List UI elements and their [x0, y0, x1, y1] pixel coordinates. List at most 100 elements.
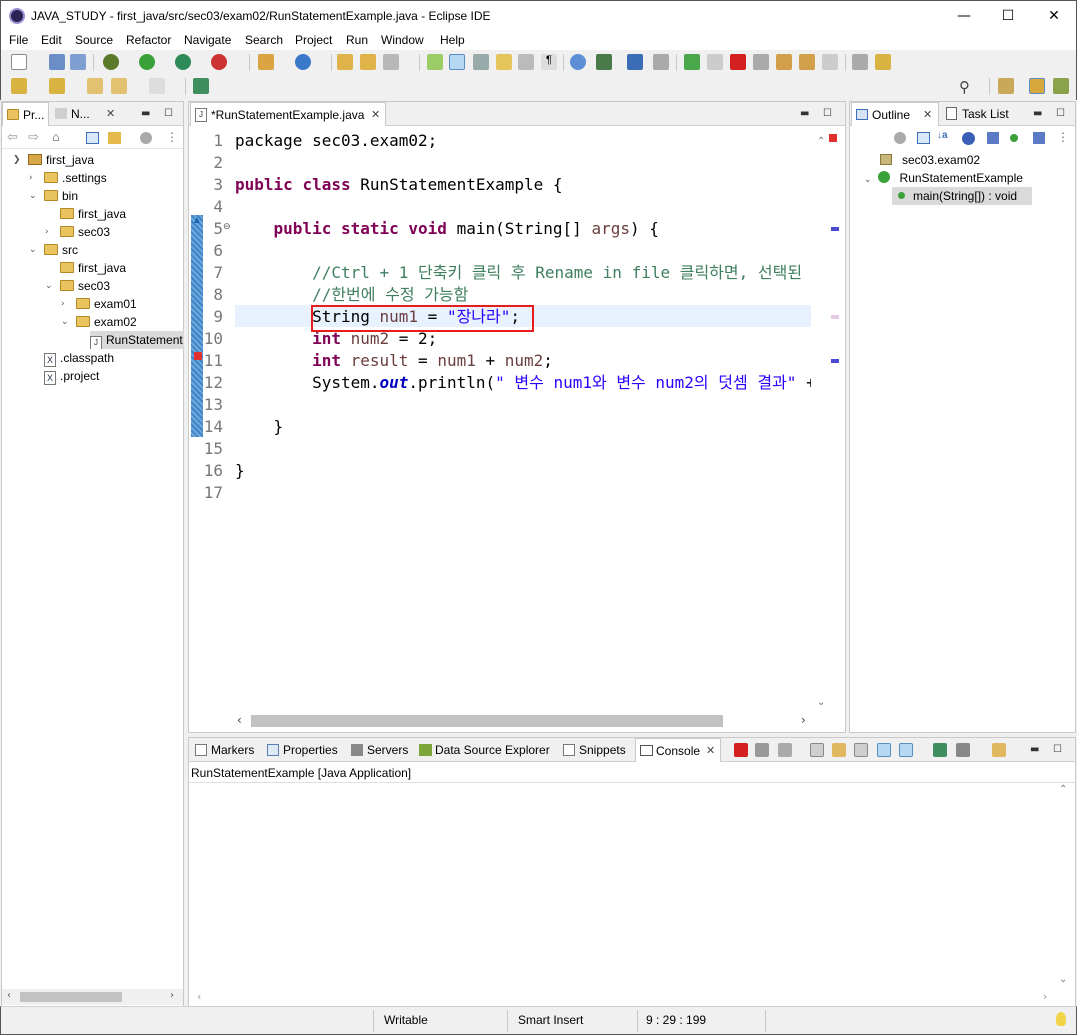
terminate-icon[interactable]	[734, 743, 748, 757]
tree-item-bin-first-java[interactable]: first_java	[60, 205, 126, 223]
menu-window[interactable]: Window	[381, 33, 424, 47]
search-tool-icon[interactable]	[383, 54, 399, 70]
forward-icon[interactable]: ⇨	[28, 130, 39, 145]
menu-file[interactable]: File	[9, 33, 28, 47]
chevron-right-icon[interactable]: ›	[45, 223, 49, 241]
display-console-icon[interactable]	[956, 743, 970, 757]
remove-all-icon[interactable]	[778, 743, 792, 757]
maximize-icon[interactable]: ☐	[823, 108, 832, 119]
outline-item-method[interactable]: main(String[]) : void	[892, 187, 1032, 205]
chevron-down-icon[interactable]: ⌄	[45, 277, 53, 295]
next-annotation-icon[interactable]	[427, 54, 443, 70]
use-step-filters-icon[interactable]	[852, 54, 868, 70]
coverage-icon[interactable]	[175, 54, 191, 70]
open-perspective-icon[interactable]	[998, 78, 1014, 94]
scroll-up-icon[interactable]: ⌃	[817, 136, 825, 147]
scroll-down-icon[interactable]: ⌄	[1059, 974, 1067, 985]
pilcrow-icon[interactable]: ¶	[541, 54, 557, 70]
scroll-left-icon[interactable]: ‹	[197, 990, 201, 1003]
close-icon[interactable]: ✕	[371, 103, 380, 127]
maximize-icon[interactable]: ☐	[1056, 108, 1065, 119]
tab-properties[interactable]: Properties	[263, 738, 343, 762]
minimize-icon[interactable]: ▬	[141, 108, 150, 119]
tree-item-classpath[interactable]: X .classpath	[44, 349, 114, 367]
filter-icon[interactable]	[140, 132, 152, 144]
resume-icon[interactable]	[684, 54, 700, 70]
forward-icon[interactable]	[149, 78, 165, 94]
menu-help[interactable]: Help	[440, 33, 465, 47]
open-console-icon[interactable]	[992, 743, 1006, 757]
minimize-icon[interactable]: ▬	[1033, 108, 1042, 119]
clear-console-icon[interactable]	[810, 743, 824, 757]
hide-static-icon[interactable]	[987, 132, 999, 144]
hide-fields-icon[interactable]	[962, 132, 975, 145]
view-menu-icon[interactable]: ⋮	[166, 130, 178, 144]
last-edit-location-icon[interactable]	[87, 78, 103, 94]
run-last-icon[interactable]	[596, 54, 612, 70]
hide-nonpublic-icon[interactable]	[1010, 134, 1018, 142]
chevron-down-icon[interactable]: ⌄	[29, 241, 37, 259]
block-selection-icon[interactable]	[518, 54, 534, 70]
tree-item-first-java[interactable]: ❯ first_java	[13, 151, 94, 169]
menu-run[interactable]: Run	[346, 33, 368, 47]
tree-item-bin[interactable]: ⌄ bin	[29, 187, 78, 205]
scroll-up-icon[interactable]: ⌃	[1059, 784, 1067, 795]
step-return-icon[interactable]	[822, 54, 838, 70]
pin-console-icon[interactable]	[933, 743, 947, 757]
link-with-editor-icon[interactable]	[108, 132, 121, 144]
collapse-all-icon[interactable]	[917, 132, 930, 144]
tree-item-exam01[interactable]: › exam01	[61, 295, 137, 313]
next-edit-icon[interactable]	[11, 78, 27, 94]
scroll-thumb[interactable]	[20, 992, 122, 1002]
tab-data-source-explorer[interactable]: Data Source Explorer	[415, 738, 555, 762]
toggle-breadcrumb-icon[interactable]	[473, 54, 489, 70]
close-button[interactable]: ✕	[1031, 5, 1077, 27]
code-line[interactable]: public static void main(String[] args) {	[235, 218, 659, 240]
filter-icon[interactable]	[894, 132, 906, 144]
minimize-icon[interactable]: ▬	[1030, 744, 1039, 755]
scroll-right-icon[interactable]: ›	[801, 713, 806, 727]
monitor-icon[interactable]	[627, 54, 643, 70]
close-icon[interactable]: ✕	[923, 103, 932, 127]
home-icon[interactable]: ⌂	[52, 130, 60, 144]
new-java-project-icon[interactable]	[258, 54, 274, 70]
remove-launch-icon[interactable]	[755, 743, 769, 757]
open-type-icon[interactable]	[337, 54, 353, 70]
scroll-right-icon[interactable]: ›	[170, 990, 174, 1001]
scroll-lock-icon[interactable]	[832, 743, 846, 757]
drop-to-frame-icon[interactable]	[875, 54, 891, 70]
collapse-all-icon[interactable]	[86, 132, 99, 144]
view-menu-icon[interactable]: ⋮	[1057, 130, 1069, 144]
menu-edit[interactable]: Edit	[41, 33, 62, 47]
outline-item-class[interactable]: ⌄ RunStatementExample	[864, 169, 1023, 187]
run-icon[interactable]	[139, 54, 155, 70]
debug-perspective-icon[interactable]	[1053, 78, 1069, 94]
lightbulb-icon[interactable]	[1056, 1012, 1066, 1026]
tab-servers[interactable]: Servers	[347, 738, 411, 762]
prev-edit-icon[interactable]	[49, 78, 65, 94]
sort-icon[interactable]: ↓a	[937, 130, 948, 141]
tab-markers[interactable]: Markers	[191, 738, 261, 762]
maximize-icon[interactable]: ☐	[1053, 744, 1062, 755]
tab-console[interactable]: Console ✕	[635, 738, 721, 762]
save-all-icon[interactable]	[70, 54, 86, 70]
disconnect-icon[interactable]	[753, 54, 769, 70]
chevron-down-icon[interactable]: ❯	[13, 151, 21, 169]
close-icon[interactable]: ✕	[706, 739, 715, 763]
external-tools-icon[interactable]	[211, 54, 227, 70]
maximize-button[interactable]: ☐	[985, 5, 1031, 27]
word-wrap-icon[interactable]	[854, 743, 868, 757]
step-over-icon[interactable]	[799, 54, 815, 70]
scroll-thumb[interactable]	[251, 715, 723, 727]
code-line[interactable]: }	[235, 416, 284, 438]
debug-icon[interactable]	[103, 54, 119, 70]
fold-icon[interactable]: ⊖	[223, 222, 231, 232]
minimize-button[interactable]: —	[941, 5, 987, 27]
tab-editor-file[interactable]: J *RunStatementExample.java ✕	[190, 102, 386, 126]
search-icon[interactable]: ⚲	[959, 78, 975, 96]
suspend-icon[interactable]	[707, 54, 723, 70]
step-into-icon[interactable]	[776, 54, 792, 70]
skip-breakpoints-icon[interactable]	[653, 54, 669, 70]
new-class-icon[interactable]	[295, 54, 311, 70]
scroll-down-icon[interactable]: ⌄	[817, 697, 825, 708]
